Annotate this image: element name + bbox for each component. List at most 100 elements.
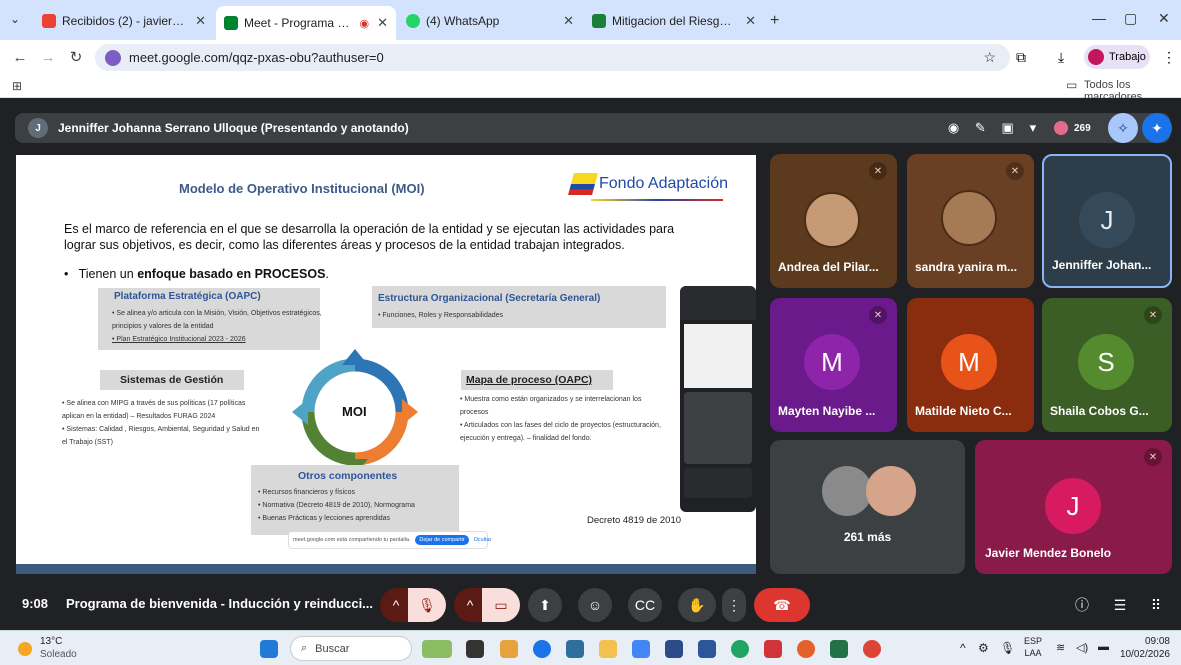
- task-view-icon[interactable]: [466, 640, 484, 658]
- bookmark-star-icon[interactable]: ☆: [983, 49, 996, 66]
- logo-text: Fondo Adaptación: [599, 175, 728, 192]
- taskbar-search[interactable]: ⌕ Buscar: [290, 636, 412, 661]
- widgets-icon[interactable]: [422, 640, 452, 658]
- info-icon[interactable]: ⓘ: [1068, 588, 1096, 622]
- more-participants-tile[interactable]: 261 más: [770, 440, 965, 574]
- participant-name: Shaila Cobos G...: [1050, 404, 1149, 418]
- close-icon[interactable]: ✕: [377, 15, 388, 31]
- participant-tile[interactable]: M ✕ Mayten Nayibe ...: [770, 298, 897, 432]
- close-icon[interactable]: ✕: [195, 13, 206, 29]
- people-icon: [1054, 121, 1068, 135]
- chat-icon[interactable]: ☰: [1106, 588, 1134, 622]
- effects-icon[interactable]: ✧: [1108, 113, 1138, 143]
- clock[interactable]: 09:08 10/02/2026: [1116, 635, 1170, 661]
- tab-search-button[interactable]: ⌄: [10, 12, 20, 26]
- participant-name: sandra yanira m...: [915, 260, 1018, 274]
- word-icon[interactable]: [698, 640, 716, 658]
- apps-icon[interactable]: ⊞: [12, 79, 22, 93]
- arrowhead: [402, 399, 418, 425]
- tab-gmail[interactable]: Recibidos (2) - javiermendez@f ✕: [34, 6, 214, 36]
- stop-sharing-button[interactable]: Dejar de compartir: [415, 535, 469, 545]
- new-tab-button[interactable]: +: [770, 12, 779, 30]
- tab-sheets[interactable]: Mitigacion del Riesgo Avances ✕: [584, 6, 764, 36]
- extensions-icon[interactable]: ⧉: [1016, 49, 1026, 66]
- reload-icon[interactable]: ↻: [62, 48, 90, 66]
- keyboard-layout: LAA: [1024, 648, 1042, 658]
- participant-tile[interactable]: S ✕ Shaila Cobos G...: [1042, 298, 1172, 432]
- profile-button[interactable]: Trabajo: [1084, 45, 1150, 69]
- windows-start-icon[interactable]: [260, 640, 278, 658]
- leave-call-button[interactable]: ☎: [754, 588, 810, 622]
- close-icon[interactable]: ✕: [745, 13, 756, 29]
- activities-icon[interactable]: ⠿: [1142, 588, 1170, 622]
- excel-icon[interactable]: [830, 640, 848, 658]
- app-icon[interactable]: [632, 640, 650, 658]
- restore-icon[interactable]: ▢: [1124, 10, 1137, 27]
- chrome-icon[interactable]: [863, 640, 881, 658]
- participant-photo: [822, 466, 872, 516]
- battery-icon[interactable]: ▬: [1098, 641, 1109, 653]
- app-icon[interactable]: [764, 640, 782, 658]
- mic-off-icon[interactable]: 🎙: [408, 588, 446, 622]
- site-info-icon[interactable]: [105, 49, 121, 66]
- record-icon[interactable]: ◉: [948, 120, 959, 136]
- present-screen-button[interactable]: ⬆: [528, 588, 562, 622]
- menu-dots-icon[interactable]: ⋮: [1162, 49, 1176, 66]
- tab-label: Recibidos (2) - javiermendez@f: [62, 14, 187, 28]
- participant-tile[interactable]: M Matilde Nieto C...: [907, 298, 1034, 432]
- app-icon[interactable]: [566, 640, 584, 658]
- participants-button[interactable]: 269: [1046, 113, 1104, 143]
- list-item: • Muestra como están organizados y se in…: [460, 396, 642, 416]
- volume-icon[interactable]: ◁): [1076, 641, 1088, 654]
- participant-tile[interactable]: J Jenniffer Johan...: [1042, 154, 1172, 288]
- participant-tile[interactable]: ✕ sandra yanira m...: [907, 154, 1034, 288]
- preview-toolbar: [680, 286, 756, 320]
- weather-temp: 13°C: [40, 636, 63, 647]
- list-item: • Se alinea con MIPG a través de sus pol…: [62, 400, 246, 420]
- participant-tile[interactable]: J ✕ Javier Mendez Bonelo: [975, 440, 1172, 574]
- tab-whatsapp[interactable]: (4) WhatsApp ✕: [398, 6, 582, 36]
- captions-button[interactable]: CC: [628, 588, 662, 622]
- file-explorer-icon[interactable]: [599, 640, 617, 658]
- sheets-icon: [592, 14, 606, 28]
- mic-off-icon: ✕: [1144, 306, 1162, 324]
- emoji-button[interactable]: ☺: [578, 588, 612, 622]
- participant-photo: [941, 190, 997, 246]
- tab-meet[interactable]: Meet - Programa de bienve ◉ ✕: [216, 6, 396, 40]
- participant-name: Javier Mendez Bonelo: [985, 546, 1112, 560]
- app-icon[interactable]: [665, 640, 683, 658]
- share-notice: meet.google.com está compartiendo tu pan…: [288, 531, 491, 549]
- more-options-button[interactable]: ⋮: [722, 588, 746, 622]
- minimize-icon[interactable]: —: [1092, 10, 1106, 26]
- edge-icon[interactable]: [731, 640, 749, 658]
- close-icon[interactable]: ✕: [563, 13, 574, 29]
- present-icon[interactable]: ▣: [1002, 120, 1014, 136]
- gemini-icon[interactable]: ✦: [1142, 113, 1172, 143]
- chevron-up-icon[interactable]: ^: [960, 641, 966, 655]
- list-item: • Recursos financieros y físicos: [258, 489, 355, 496]
- arrowhead: [292, 399, 308, 425]
- download-icon[interactable]: ⤓: [1058, 49, 1064, 66]
- list-item-text: Se alinea y/o articula con la Misión, Vi…: [112, 310, 322, 330]
- forward-icon[interactable]: →: [34, 49, 62, 66]
- mic-icon[interactable]: 🎙: [1000, 641, 1015, 655]
- camera-off-icon[interactable]: ▭: [482, 588, 520, 622]
- chevron-down-icon[interactable]: ▾: [1030, 120, 1037, 136]
- close-window-icon[interactable]: ✕: [1158, 10, 1170, 27]
- app-icon[interactable]: [500, 640, 518, 658]
- app-icon[interactable]: [797, 640, 815, 658]
- raise-hand-button[interactable]: ✋: [678, 588, 716, 622]
- wifi-icon[interactable]: ≋: [1056, 641, 1065, 654]
- search-placeholder: Buscar: [315, 642, 350, 655]
- chrome-icon[interactable]: [533, 640, 551, 658]
- slide-title: Modelo de Operativo Institucional (MOI): [179, 181, 425, 196]
- annotate-icon[interactable]: ✎: [975, 120, 986, 136]
- back-icon[interactable]: ←: [6, 49, 34, 66]
- address-bar[interactable]: meet.google.com/qqz-pxas-obu?authuser=0 …: [95, 44, 1010, 71]
- slide-intro: Es el marco de referencia en el que se d…: [64, 222, 675, 252]
- presenter-banner: Jenniffer Johanna Serrano Ulloque (Prese…: [58, 121, 409, 135]
- hide-button[interactable]: Ocultar: [474, 537, 492, 543]
- participant-tile[interactable]: ✕ Andrea del Pilar...: [770, 154, 897, 288]
- language-indicator[interactable]: ESP LAA: [1024, 635, 1042, 659]
- network-icon[interactable]: ⚙: [978, 641, 989, 655]
